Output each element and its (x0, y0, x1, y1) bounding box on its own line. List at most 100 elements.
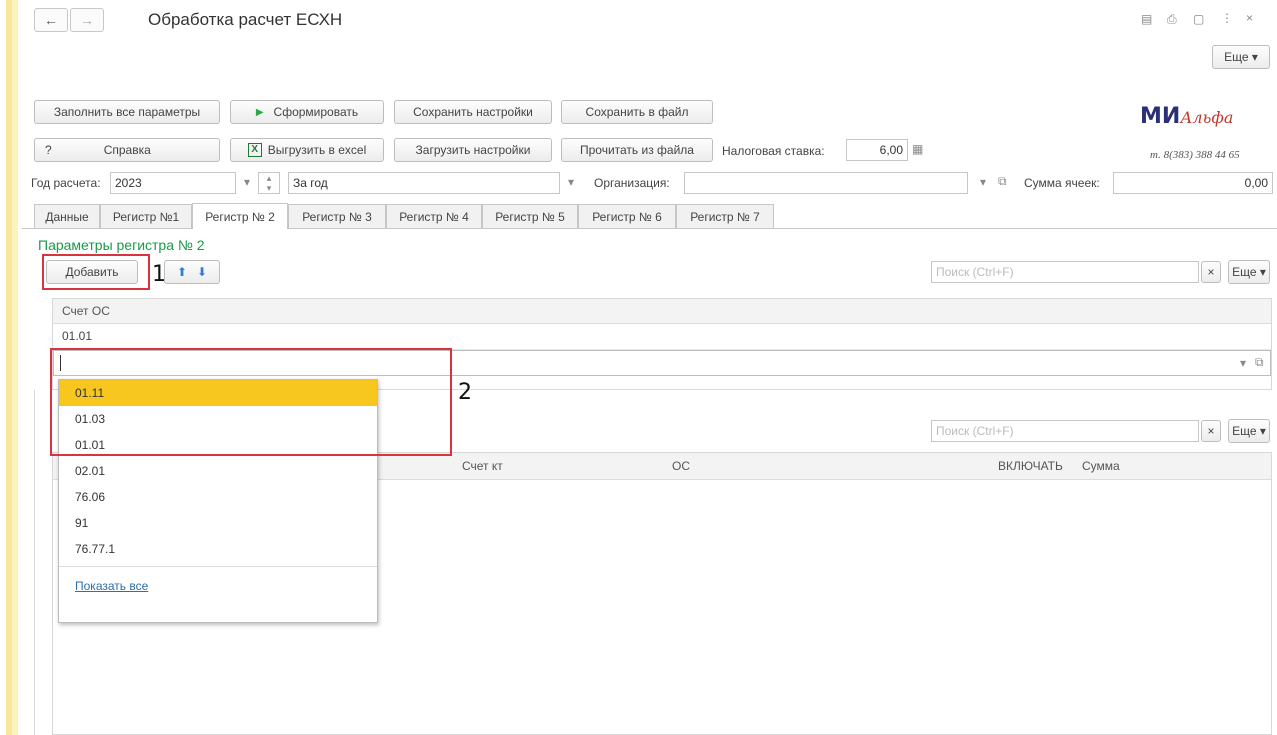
save-file-button[interactable]: Сохранить в файл (561, 100, 713, 124)
period-dropdown-icon[interactable]: ▾ (568, 175, 574, 189)
tab-register-5[interactable]: Регистр № 5 (482, 204, 578, 228)
read-file-label: Прочитать из файла (580, 143, 694, 157)
edit-open-icon[interactable]: ⧉ (1255, 355, 1264, 370)
preview-icon[interactable]: ▢ (1193, 12, 1204, 26)
tab-register-7[interactable]: Регистр № 7 (676, 204, 774, 228)
org-label: Организация: (594, 176, 670, 190)
year-label: Год расчета: (31, 176, 101, 190)
play-icon: ▶ (255, 106, 264, 118)
table-row[interactable] (53, 323, 1271, 350)
tax-rate-value: 6,00 (879, 143, 903, 157)
annotation-box-2 (50, 348, 452, 456)
year-value: 2023 (115, 176, 142, 190)
org-open-icon[interactable]: ⧉ (998, 174, 1007, 189)
calculator-icon[interactable]: ▦ (912, 142, 923, 156)
load-settings-label: Загрузить настройки (415, 143, 531, 157)
excel-icon: X (247, 143, 262, 157)
tax-rate-label: Налоговая ставка: (722, 144, 825, 158)
help-button[interactable]: ? Справка (34, 138, 220, 162)
list-item[interactable]: 02.01 (59, 458, 377, 484)
edit-dropdown-icon[interactable]: ▾ (1240, 356, 1246, 370)
list-item[interactable]: 91 (59, 510, 377, 536)
move-up-icon[interactable]: ⬆ (177, 265, 187, 279)
period-field[interactable]: За год (288, 172, 560, 194)
col-header-credit[interactable]: Счет кт (462, 459, 503, 473)
more-button-1[interactable]: Еще ▾ (1228, 260, 1270, 284)
move-buttons[interactable]: ⬆ ⬇ (164, 260, 220, 284)
sum-cells-value: 0,00 (1244, 176, 1268, 190)
fill-all-button[interactable]: Заполнить все параметры (34, 100, 220, 124)
list-item[interactable]: 76.06 (59, 484, 377, 510)
clear-icon: × (1207, 265, 1215, 279)
sum-cells-label: Сумма ячеек: (1024, 176, 1100, 190)
logo-text: МИ (1140, 104, 1181, 129)
logo-phone: т. 8(383) 388 44 65 (1150, 149, 1240, 161)
org-field[interactable] (684, 172, 968, 194)
fill-all-label: Заполнить все параметры (53, 105, 201, 119)
load-settings-button[interactable]: Загрузить настройки (394, 138, 552, 162)
show-all-row: Показать все (59, 567, 377, 593)
tab-register-1[interactable]: Регистр №1 (100, 204, 192, 228)
more-label-2: Еще (1232, 424, 1257, 438)
year-field[interactable]: 2023 (110, 172, 236, 194)
clear-search-1[interactable]: × (1201, 261, 1221, 283)
print-icon[interactable]: ⎙ (1167, 12, 1177, 27)
export-excel-label: Выгрузить в excel (267, 143, 367, 157)
left-edge-strip (0, 0, 12, 735)
close-icon[interactable]: × (1246, 11, 1253, 25)
col-header-sum[interactable]: Сумма (1082, 459, 1120, 473)
window-more-button[interactable]: Еще ▾ (1212, 45, 1270, 69)
period-value: За год (293, 176, 328, 190)
save-file-label: Сохранить в файл (585, 105, 689, 119)
help-q-label: ? (45, 143, 52, 157)
tab-register-6-label: Регистр № 6 (592, 209, 662, 224)
tab-register-4[interactable]: Регистр № 4 (386, 204, 482, 228)
tab-register-6[interactable]: Регистр № 6 (578, 204, 676, 228)
back-button[interactable]: ← (34, 8, 68, 32)
tab-register-1-label: Регистр №1 (112, 209, 180, 224)
save-settings-button[interactable]: Сохранить настройки (394, 100, 552, 124)
generate-label: Сформировать (273, 105, 359, 119)
back-icon: ← (44, 12, 58, 28)
company-logo: МИАльфа (1140, 104, 1233, 129)
tab-register-4-label: Регистр № 4 (399, 209, 469, 224)
window-more-label: Еще (1224, 50, 1249, 64)
tab-register-3[interactable]: Регистр № 3 (288, 204, 386, 228)
section-title[interactable]: Параметры регистра № 2 (38, 237, 205, 253)
clear-search-2[interactable]: × (1201, 420, 1221, 442)
help-label: Справка (103, 143, 151, 157)
tab-data[interactable]: Данные (34, 204, 100, 228)
save-icon[interactable]: ▤ (1141, 12, 1152, 26)
generate-button[interactable]: ▶ Сформировать (230, 100, 384, 124)
year-dropdown-icon[interactable]: ▾ (244, 175, 250, 189)
forward-button[interactable]: → (70, 8, 104, 32)
tab-register-3-label: Регистр № 3 (302, 209, 372, 224)
col-header-os[interactable]: ОС (672, 459, 690, 473)
show-all-link[interactable]: Показать все (75, 579, 148, 593)
move-down-icon[interactable]: ⬇ (197, 265, 207, 279)
save-settings-label: Сохранить настройки (413, 105, 533, 119)
tab-register-2[interactable]: Регистр № 2 (192, 203, 288, 229)
page-title: Обработка расчет ЕСХН (148, 10, 343, 29)
list-item[interactable]: 76.77.1 (59, 536, 377, 562)
export-excel-button[interactable]: X Выгрузить в excel (230, 138, 384, 162)
year-stepper[interactable]: ▴ ▾ (258, 172, 280, 194)
forward-icon: → (80, 12, 94, 28)
org-dropdown-icon[interactable]: ▾ (980, 175, 986, 189)
search-input-2[interactable]: Поиск (Ctrl+F) (931, 420, 1199, 442)
menu-icon[interactable]: ⋮ (1221, 11, 1233, 25)
grid-accounts-header (53, 299, 1271, 324)
logo-script: Альфа (1180, 108, 1234, 127)
grid-accounts-header-os: Счет ОС (62, 304, 110, 318)
search-placeholder-2: Поиск (Ctrl+F) (936, 424, 1014, 438)
tab-register-5-label: Регистр № 5 (495, 209, 565, 224)
more-button-2[interactable]: Еще ▾ (1228, 419, 1270, 443)
clear-icon-2: × (1207, 424, 1215, 438)
search-input-1[interactable]: Поиск (Ctrl+F) (931, 261, 1199, 283)
grid-accounts-cell: 01.01 (62, 329, 93, 343)
tax-rate-field[interactable]: 6,00 (846, 139, 908, 161)
col-header-include[interactable]: ВКЛЮЧАТЬ (998, 459, 1063, 473)
read-file-button[interactable]: Прочитать из файла (561, 138, 713, 162)
tab-data-label: Данные (45, 209, 89, 224)
tab-register-2-label: Регистр № 2 (205, 209, 275, 224)
